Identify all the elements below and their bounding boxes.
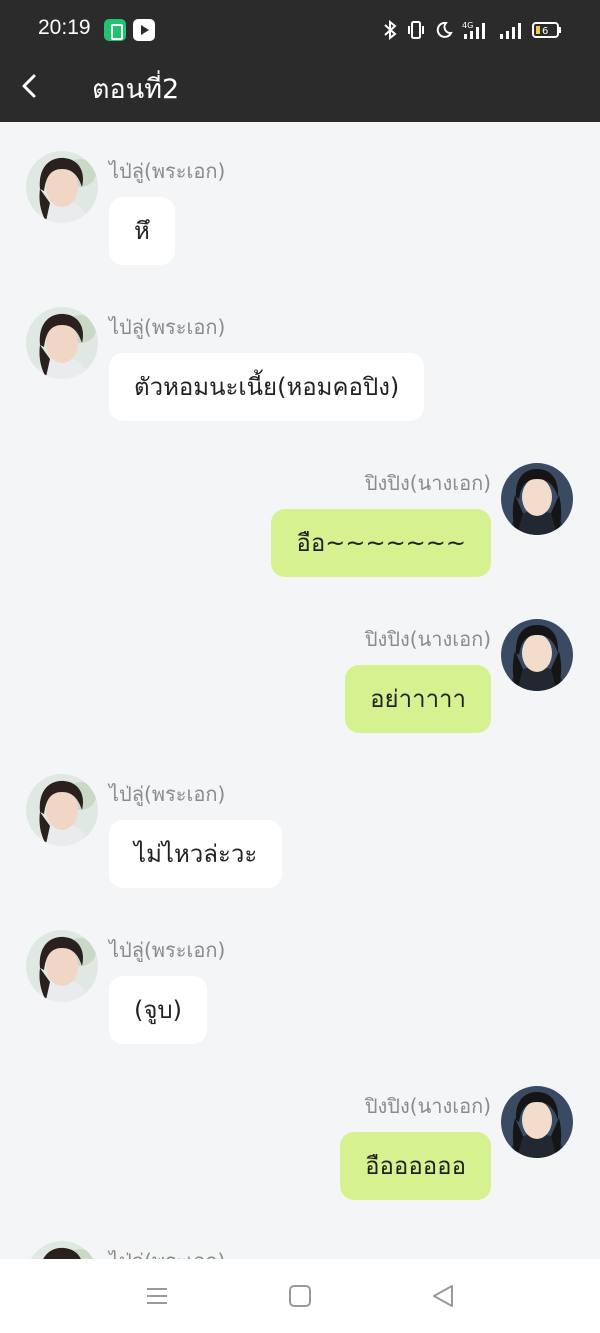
- battery-saver-app-icon: [104, 19, 126, 41]
- message-incoming: ไป่ลู่(พระเอก) หึ: [0, 151, 600, 291]
- chevron-left-icon: [22, 74, 36, 98]
- message-bubble[interactable]: อือ~~~~~~~: [271, 509, 491, 577]
- message-outgoing: ปิงปิง(นางเอก) อย่าาาาา: [0, 619, 600, 759]
- sender-name: ปิงปิง(นางเอก): [364, 627, 491, 651]
- message-bubble[interactable]: อืออออออ: [340, 1132, 491, 1200]
- message-outgoing: ปิงปิง(นางเอก) อือ~~~~~~~: [0, 463, 600, 603]
- svg-text:4G: 4G: [462, 21, 473, 30]
- avatar[interactable]: [501, 463, 573, 535]
- message-bubble[interactable]: (จูบ): [109, 976, 208, 1044]
- battery-level: 6: [542, 26, 548, 37]
- video-app-icon: [133, 19, 155, 41]
- sender-name: ไป่ลู่(พระเอก): [109, 1245, 225, 1259]
- 4g-signal-icon: 4G: [462, 21, 485, 39]
- battery-icon: 6: [532, 22, 561, 38]
- status-time: 20:19: [38, 16, 91, 39]
- avatar[interactable]: [501, 1086, 573, 1158]
- page-title: ตอนที่2: [92, 74, 180, 105]
- nav-back-button[interactable]: [428, 1281, 458, 1311]
- menu-button[interactable]: [142, 1281, 172, 1311]
- message-incoming: ไป่ลู่(พระเอก) ไม่ไหวล่ะวะ: [0, 774, 600, 914]
- back-triangle-icon: [433, 1285, 453, 1307]
- avatar[interactable]: [26, 151, 98, 223]
- message-incoming: ไป่ลู่(พระเอก): [0, 1241, 600, 1259]
- avatar[interactable]: [26, 774, 98, 846]
- message-incoming: ไป่ลู่(พระเอก) (จูบ): [0, 930, 600, 1070]
- sender-name: ไป่ลู่(พระเอก): [109, 159, 226, 183]
- message-outgoing: ปิงปิง(นางเอก) อืออออออ: [0, 1086, 600, 1226]
- chat-list[interactable]: ไป่ลู่(พระเอก) หึ ไป่ลู่(พระเอก) ตัวหอมน…: [0, 122, 600, 1259]
- menu-icon: [147, 1288, 167, 1304]
- chat-header: ตอนที่2: [0, 60, 600, 122]
- home-square-icon: [289, 1285, 311, 1307]
- sender-name: ปิงปิง(นางเอก): [364, 1094, 491, 1118]
- vibrate-icon: [408, 21, 424, 39]
- sender-name: ไป่ลู่(พระเอก): [109, 938, 226, 962]
- sender-name: ไป่ลู่(พระเอก): [109, 315, 226, 339]
- message-bubble[interactable]: ไม่ไหวล่ะวะ: [109, 820, 283, 888]
- message-incoming: ไป่ลู่(พระเอก) ตัวหอมนะเนี้ย(หอมคอปิง): [0, 307, 600, 447]
- status-bar: 20:19 4G 6: [0, 0, 600, 60]
- back-button[interactable]: [14, 66, 62, 114]
- avatar[interactable]: [26, 307, 98, 379]
- home-button[interactable]: [285, 1281, 315, 1311]
- signal-icon: [500, 23, 521, 39]
- do-not-disturb-moon-icon: [436, 21, 453, 38]
- status-icons: 4G 6: [383, 17, 562, 43]
- avatar[interactable]: [501, 619, 573, 691]
- bluetooth-icon: [384, 20, 397, 40]
- message-bubble[interactable]: หึ: [109, 197, 175, 265]
- message-bubble[interactable]: อย่าาาาา: [345, 665, 491, 733]
- sender-name: ไป่ลู่(พระเอก): [109, 782, 226, 806]
- message-bubble[interactable]: ตัวหอมนะเนี้ย(หอมคอปิง): [109, 353, 425, 421]
- system-nav-bar: [0, 1259, 600, 1333]
- avatar[interactable]: [26, 930, 98, 1002]
- sender-name: ปิงปิง(นางเอก): [364, 471, 491, 495]
- avatar[interactable]: [26, 1241, 98, 1259]
